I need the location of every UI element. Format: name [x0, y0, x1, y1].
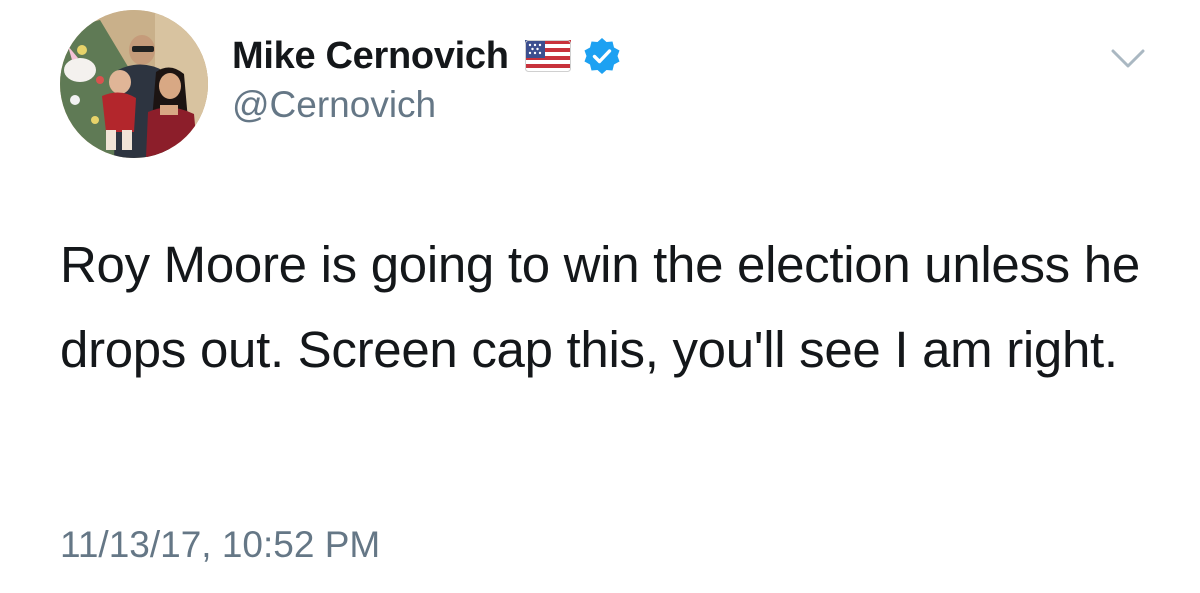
author-name-row: Mike Cernovich — [232, 32, 621, 80]
chevron-down-icon[interactable] — [1110, 46, 1146, 72]
us-flag-icon — [524, 40, 571, 72]
profile-photo-icon — [60, 10, 208, 158]
verified-badge-icon — [583, 37, 621, 75]
tweet-timestamp[interactable]: 11/13/17, 10:52 PM — [60, 524, 380, 566]
tweet-card: Mike Cernovich @Cernovich Roy Moore is g… — [0, 0, 1200, 593]
tweet-text: Roy Moore is going to win the election u… — [60, 236, 1140, 378]
avatar[interactable] — [60, 10, 208, 158]
display-name[interactable]: Mike Cernovich — [232, 35, 509, 78]
author-handle[interactable]: @Cernovich — [232, 84, 436, 126]
